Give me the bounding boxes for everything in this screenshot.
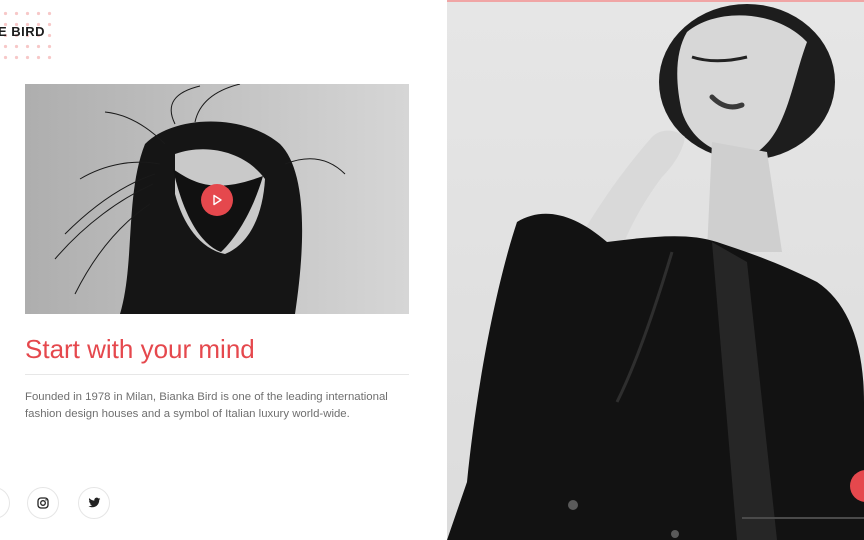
slider-progress-track[interactable] <box>742 517 864 519</box>
hero-image-panel <box>447 2 864 540</box>
model-portrait-image <box>447 4 864 540</box>
play-button[interactable] <box>201 184 233 216</box>
hero-headline: Start with your mind <box>25 334 255 364</box>
twitter-icon <box>88 497 100 508</box>
divider <box>25 374 409 375</box>
left-panel: E BIRD Start with your mind Founded in 1… <box>0 0 447 540</box>
instagram-button[interactable] <box>27 487 59 519</box>
brand-logo[interactable]: E BIRD <box>0 24 45 39</box>
hero-description: Founded in 1978 in Milan, Bianka Bird is… <box>25 391 388 420</box>
twitter-button[interactable] <box>78 487 110 519</box>
video-card[interactable] <box>25 84 409 314</box>
facebook-button[interactable] <box>0 487 10 519</box>
instagram-icon <box>37 497 49 509</box>
play-icon <box>213 194 222 206</box>
